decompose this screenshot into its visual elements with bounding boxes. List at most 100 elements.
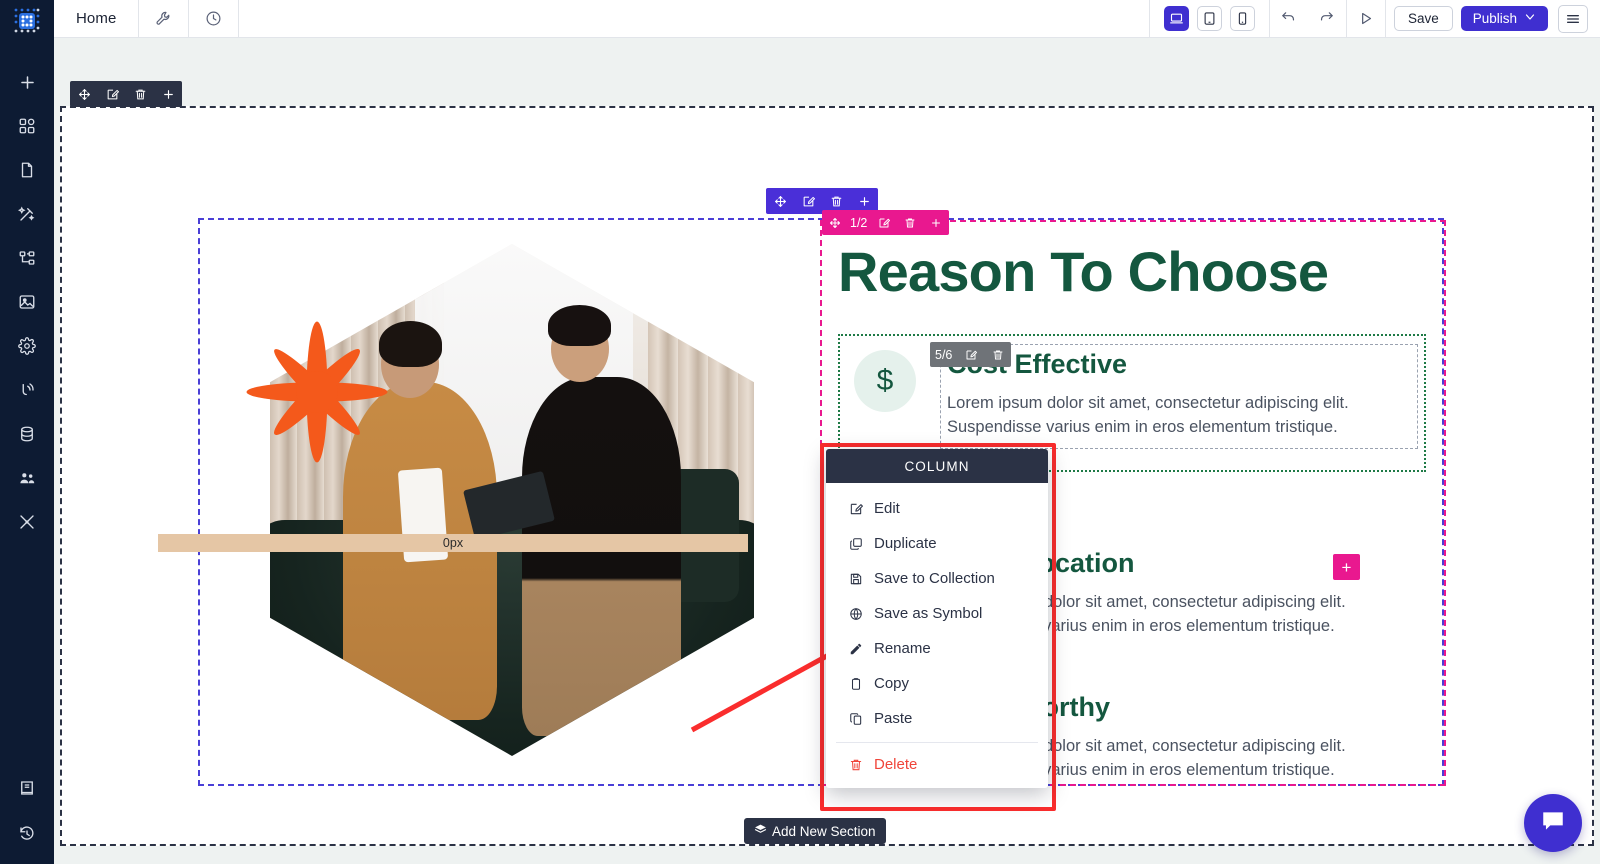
sidebar-item-database[interactable] <box>0 412 54 456</box>
sidebar-items <box>0 60 54 544</box>
trash-icon[interactable] <box>897 210 923 235</box>
section-toolbar <box>70 81 182 107</box>
context-menu-item-label: Save to Collection <box>874 570 995 587</box>
sidebar-item-publish-status[interactable] <box>0 368 54 412</box>
context-menu-divider <box>836 742 1038 743</box>
publish-button-label: Publish <box>1472 11 1517 26</box>
context-menu-item-delete[interactable]: Delete <box>826 747 1048 782</box>
wrench-icon[interactable] <box>139 0 190 37</box>
sidebar-item-widgets[interactable] <box>0 104 54 148</box>
chat-bubble-icon <box>1540 808 1566 839</box>
add-new-section-button[interactable]: Add New Section <box>744 818 886 844</box>
sidebar-item-design[interactable] <box>0 192 54 236</box>
context-menu-item-label: Copy <box>874 675 910 692</box>
device-tablet-button[interactable] <box>1196 6 1222 31</box>
save-button[interactable]: Save <box>1393 6 1453 31</box>
feature-text-wrapper[interactable]: Cost Effective Lorem ipsum dolor sit ame… <box>940 344 1418 449</box>
left-sidebar <box>0 0 54 864</box>
plus-icon[interactable] <box>923 210 949 235</box>
move-arrows-icon[interactable] <box>70 81 98 107</box>
sidebar-item-settings[interactable] <box>0 324 54 368</box>
star-burst-icon <box>242 312 392 472</box>
device-desktop-button[interactable] <box>1163 6 1189 31</box>
editor-canvas[interactable]: 1/2 Reason To Choose $ Cost Effective Lo… <box>54 38 1600 864</box>
context-menu-item-rename[interactable]: Rename <box>826 631 1048 666</box>
edit-pencil-square-icon[interactable] <box>98 81 126 107</box>
add-new-section-label: Add New Section <box>772 823 876 839</box>
sidebar-item-pages[interactable] <box>0 148 54 192</box>
publish-button[interactable]: Publish <box>1460 6 1548 31</box>
image-column[interactable] <box>200 220 766 784</box>
undo-icon[interactable] <box>1270 0 1308 37</box>
sidebar-item-revision-history[interactable] <box>0 812 54 856</box>
column-width-fraction: 1/2 <box>850 215 868 230</box>
pencil-icon <box>848 642 863 656</box>
paste-icon <box>848 712 863 726</box>
move-arrows-icon[interactable] <box>822 210 848 235</box>
context-menu-item-edit[interactable]: Edit <box>826 491 1048 526</box>
context-menu-item-label: Edit <box>874 500 900 517</box>
save-disk-icon <box>848 572 863 586</box>
sidebar-bottom-items <box>0 766 54 856</box>
context-menu-item-label: Paste <box>874 710 913 727</box>
edit-pencil-square-icon <box>848 502 863 516</box>
page-title[interactable]: Reason To Choose <box>838 242 1329 302</box>
toolbar-divider-2 <box>1384 0 1386 37</box>
trash-icon[interactable] <box>984 342 1011 367</box>
device-mobile-button[interactable] <box>1229 6 1255 31</box>
context-menu-item-label: Save as Symbol <box>874 605 983 622</box>
hexagon-image-wrapper[interactable] <box>210 240 766 760</box>
sidebar-item-users[interactable] <box>0 456 54 500</box>
app-root: Home Save Publish 1/2 Reason To Choose $… <box>0 0 1600 864</box>
app-logo[interactable] <box>0 0 54 42</box>
context-menu-item-paste[interactable]: Paste <box>826 701 1048 736</box>
trash-icon <box>848 758 863 772</box>
context-menu-item-save-as-symbol[interactable]: Save as Symbol <box>826 596 1048 631</box>
sidebar-item-layers[interactable] <box>0 236 54 280</box>
sidebar-item-tools[interactable] <box>0 500 54 544</box>
feature-title[interactable]: Cost Effective <box>947 349 1417 380</box>
context-menu-item-copy[interactable]: Copy <box>826 666 1048 701</box>
context-menu-item-label: Rename <box>874 640 931 657</box>
globe-icon <box>848 607 863 621</box>
move-arrows-icon[interactable] <box>766 188 794 214</box>
redo-icon[interactable] <box>1308 0 1346 37</box>
drop-indicator-label: 0px <box>442 536 464 550</box>
layers-stack-icon <box>754 823 767 839</box>
duplicate-icon <box>848 537 863 551</box>
context-menu-item-save-to-collection[interactable]: Save to Collection <box>826 561 1048 596</box>
context-menu-list: Edit Duplicate Save to Collection Save a… <box>826 483 1048 788</box>
context-menu-title: COLUMN <box>826 449 1048 483</box>
top-toolbar: Home Save Publish <box>54 0 1600 38</box>
element-width-fraction: 5/6 <box>935 347 953 362</box>
feature-body[interactable]: Lorem ipsum dolor sit amet, consectetur … <box>947 392 1417 440</box>
context-menu-item-label: Delete <box>874 756 918 773</box>
clipboard-icon <box>848 677 863 691</box>
plus-icon[interactable] <box>154 81 182 107</box>
add-element-button[interactable]: + <box>1333 554 1360 580</box>
breadcrumb-home-label: Home <box>76 10 117 27</box>
context-menu-item-label: Duplicate <box>874 535 937 552</box>
edit-pencil-square-icon[interactable] <box>794 188 822 214</box>
chevron-down-icon <box>1524 11 1536 26</box>
edit-pencil-square-icon[interactable] <box>871 210 897 235</box>
toolbar-actions: Save Publish <box>1270 0 1600 37</box>
chat-widget-button[interactable] <box>1524 794 1582 852</box>
context-menu-item-duplicate[interactable]: Duplicate <box>826 526 1048 561</box>
element-toolbar-grey: 5/6 <box>930 342 1012 367</box>
device-preview-toggle <box>1148 0 1270 37</box>
breadcrumb-home[interactable]: Home <box>54 0 140 37</box>
clock-icon[interactable] <box>189 0 240 37</box>
edit-pencil-square-icon[interactable] <box>957 342 984 367</box>
hamburger-menu-icon[interactable] <box>1558 4 1588 33</box>
context-menu[interactable]: COLUMN Edit Duplicate Save to Collection… <box>826 449 1048 788</box>
column-toolbar-pink: 1/2 <box>822 210 950 235</box>
sidebar-item-docs[interactable] <box>0 766 54 810</box>
drop-indicator: 0px <box>158 534 748 552</box>
play-preview-icon[interactable] <box>1347 0 1385 37</box>
dollar-sign-icon: $ <box>854 350 916 412</box>
sidebar-item-media[interactable] <box>0 280 54 324</box>
sidebar-item-add[interactable] <box>0 60 54 104</box>
trash-icon[interactable] <box>126 81 154 107</box>
